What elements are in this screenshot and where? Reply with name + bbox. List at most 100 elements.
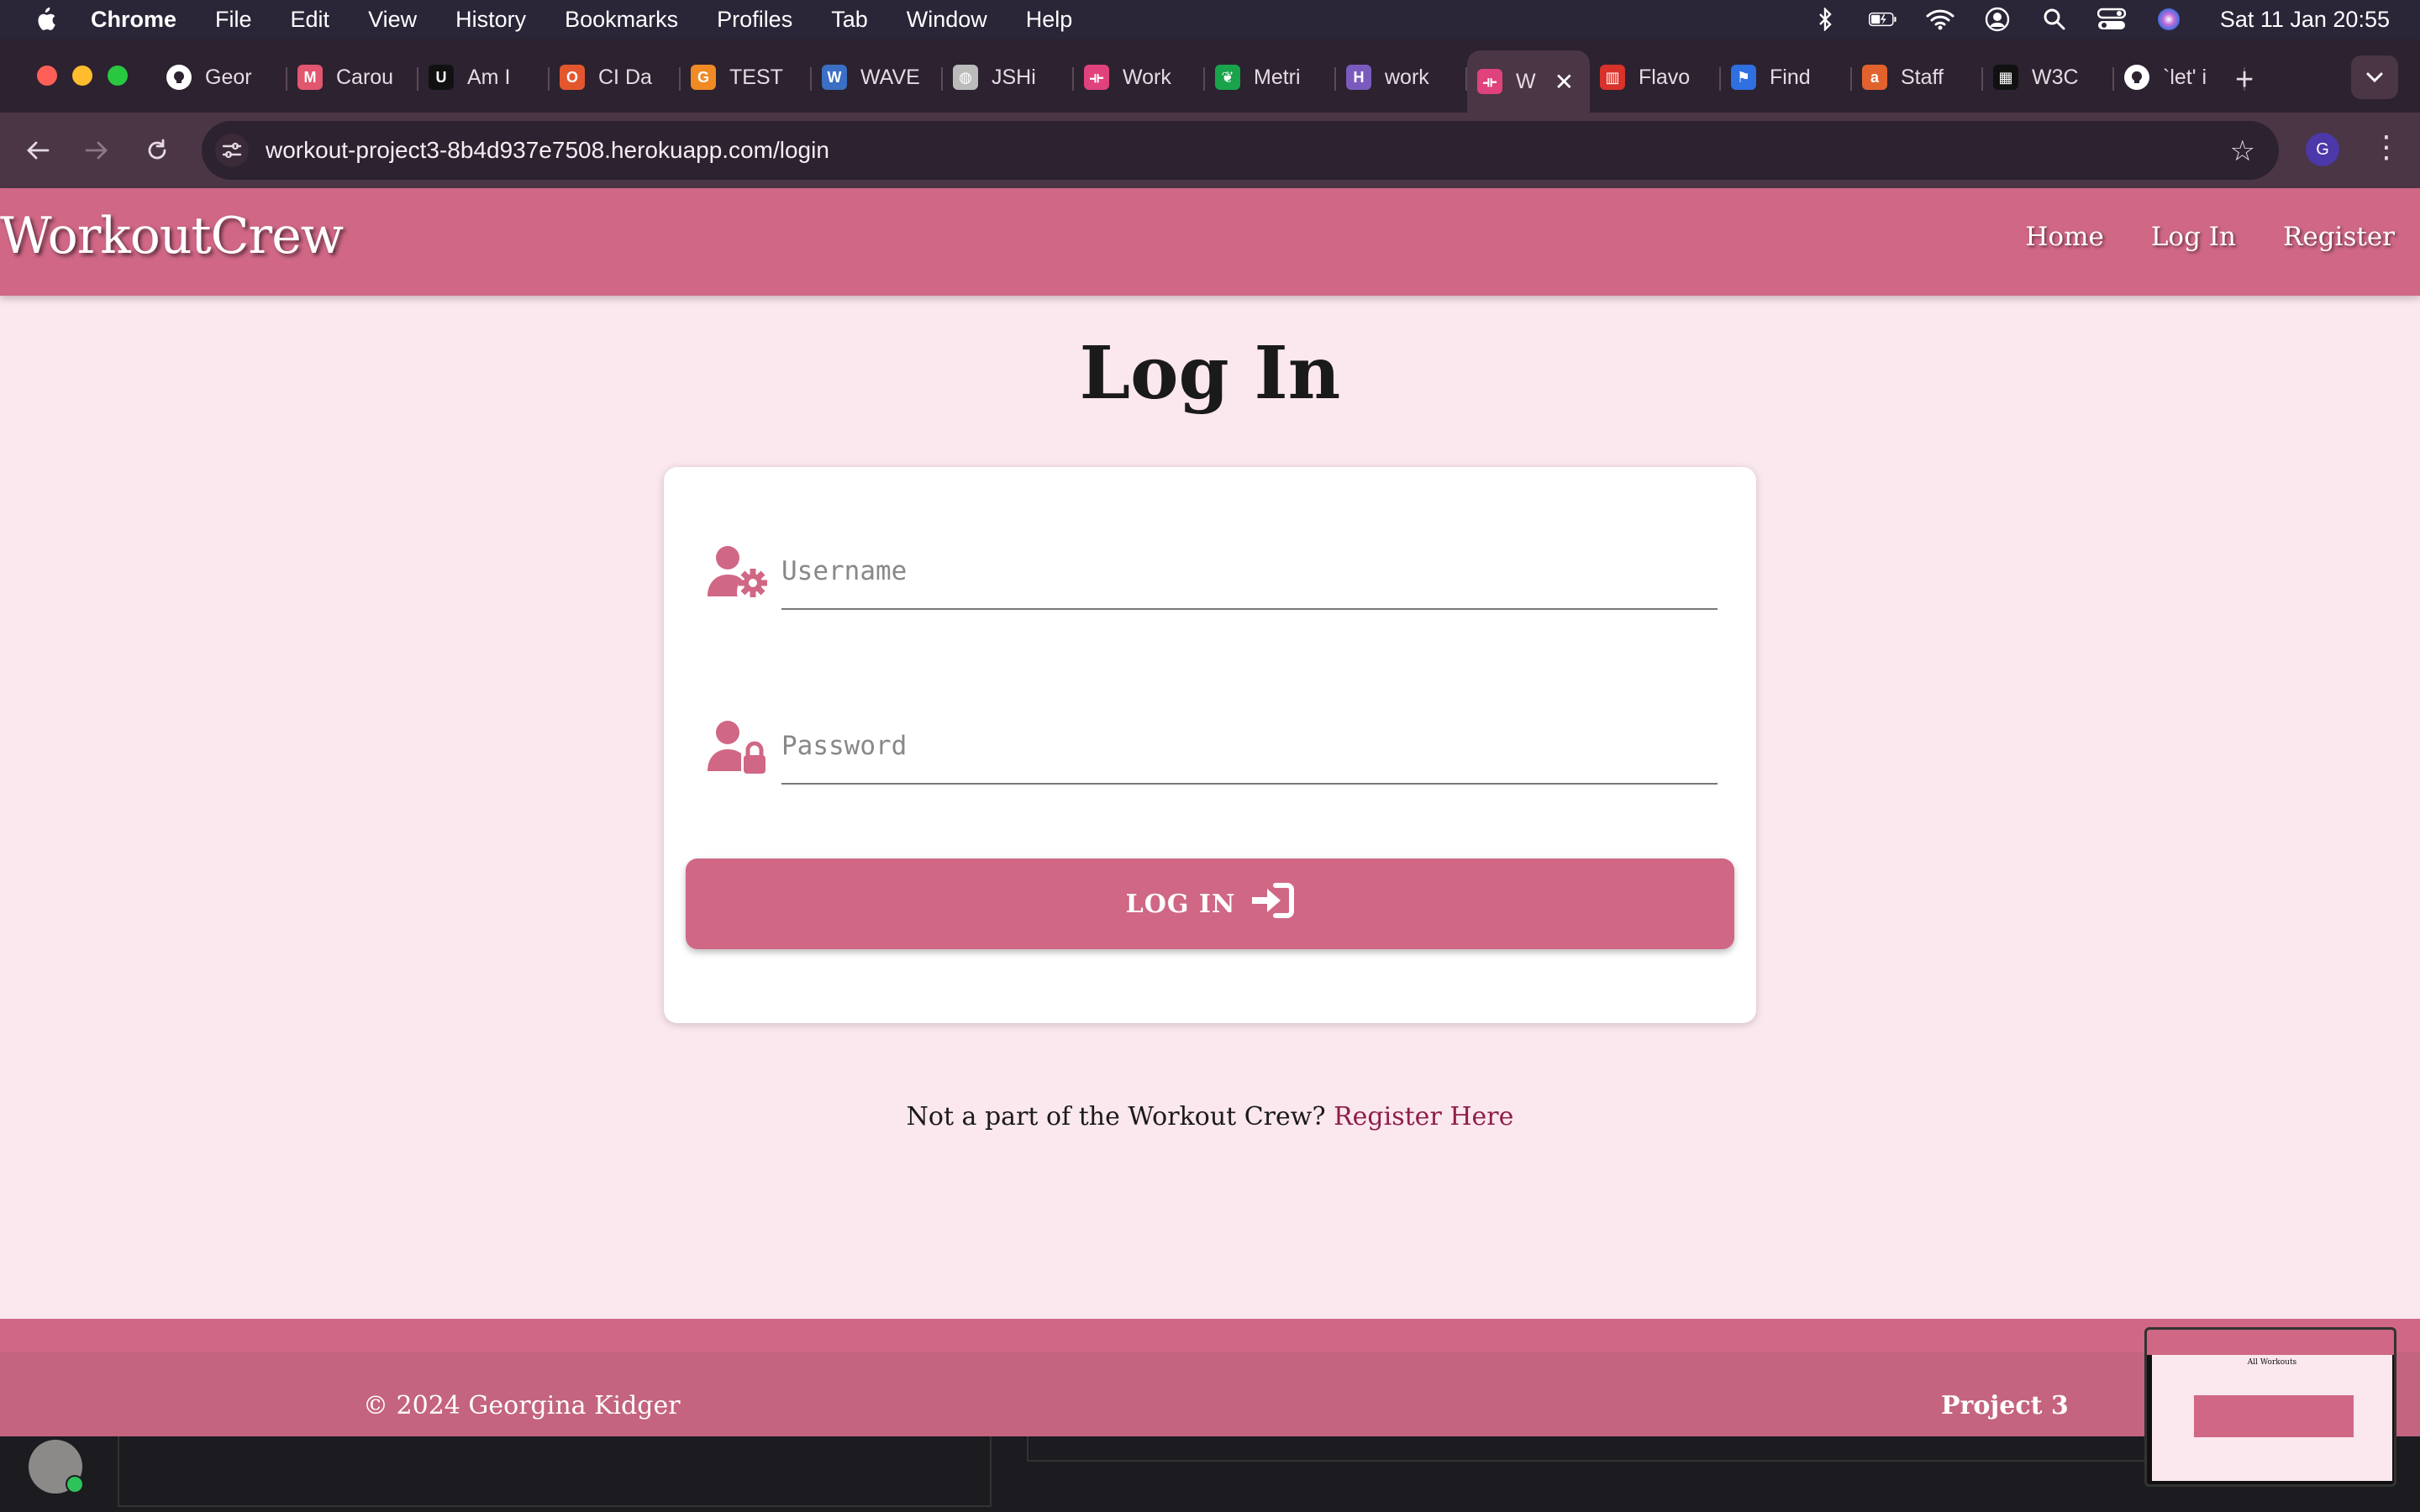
macos-menu-bar: Chrome File Edit View History Bookmarks … (0, 0, 2420, 39)
tab-title: Staff (1901, 65, 1944, 89)
bluetooth-icon[interactable] (1812, 7, 1840, 32)
menu-app-name[interactable]: Chrome (91, 7, 176, 33)
control-center-icon[interactable] (2096, 7, 2126, 32)
window-controls (37, 66, 128, 86)
zoom-window-button[interactable] (108, 66, 128, 86)
tab-title: Geor (205, 65, 252, 89)
menu-help[interactable]: Help (1026, 7, 1073, 33)
profile-avatar[interactable]: G (2306, 133, 2339, 166)
heroku-icon: H (1346, 65, 1371, 90)
browser-tab[interactable]: U Am I (418, 50, 550, 104)
browser-tab[interactable]: O CI Da (550, 50, 681, 104)
test-icon: G (691, 65, 716, 90)
browser-tab[interactable]: W WAVE (812, 50, 943, 104)
user-lock-icon (706, 717, 773, 778)
tab-title: CI Da (598, 65, 652, 89)
footer-band (0, 1319, 2420, 1352)
ui-icon: U (429, 65, 454, 90)
login-button[interactable]: LOG IN (686, 858, 1734, 949)
new-tab-button[interactable]: + (2235, 62, 2254, 98)
apple-logo-icon[interactable] (32, 7, 66, 32)
nav-login-link[interactable]: Log In (2151, 222, 2236, 252)
user-gear-icon (706, 543, 773, 603)
footer-copyright: © 2024 Georgina Kidger (363, 1391, 681, 1420)
back-button[interactable] (18, 131, 57, 170)
url-text[interactable]: workout-project3-8b4d937e7508.herokuapp.… (266, 137, 829, 164)
tab-title: Find (1770, 65, 1811, 89)
menu-bookmarks[interactable]: Bookmarks (565, 7, 678, 33)
password-field (706, 709, 1718, 785)
menu-tab[interactable]: Tab (831, 7, 868, 33)
chrome-menu-icon[interactable]: ⋮ (2371, 129, 2402, 165)
register-here-link[interactable]: Register Here (1334, 1102, 1513, 1131)
tab-title: Work (1123, 65, 1171, 89)
arrow-right-icon (85, 141, 108, 160)
sign-in-icon (1250, 882, 1295, 926)
reload-button[interactable] (138, 131, 176, 170)
close-tab-icon[interactable]: ✕ (1555, 68, 1574, 96)
bookmark-star-icon[interactable]: ☆ (2230, 134, 2255, 168)
site-footer: © 2024 Georgina Kidger Project 3 (0, 1319, 2420, 1436)
footer-project-label: Project 3 (1941, 1391, 2069, 1420)
nav-home-link[interactable]: Home (2025, 222, 2103, 252)
menu-edit[interactable]: Edit (291, 7, 330, 33)
screenshot-thumbnail[interactable]: All Workouts (2144, 1327, 2396, 1487)
user-avatar[interactable] (29, 1440, 84, 1494)
tab-list: Geor M Carou U Am I O CI Da G TEST W WAVE ◍ JSHi ⟛ Wor… (156, 50, 2245, 113)
browser-tab[interactable]: Geor (156, 50, 287, 104)
web-page: WorkoutCrew Home Log In Register Log In (0, 188, 2420, 1436)
password-input[interactable] (781, 709, 1718, 785)
leaf-icon: ❦ (1215, 65, 1240, 90)
close-window-button[interactable] (37, 66, 57, 86)
tab-active[interactable]: ⟛ W ✕ (1467, 50, 1590, 113)
siri-icon[interactable] (2154, 7, 2183, 32)
tab-title: `let' i (2163, 65, 2207, 89)
carousel-icon: M (297, 65, 323, 90)
tab-title: Metri (1254, 65, 1301, 89)
menu-window[interactable]: Window (907, 7, 987, 33)
browser-tab[interactable]: ▥ Flavo (1590, 50, 1721, 104)
login-button-label: LOG IN (1125, 889, 1236, 919)
address-bar[interactable]: workout-project3-8b4d937e7508.herokuapp.… (202, 121, 2279, 180)
tab-title: TEST (729, 65, 783, 89)
tab-search-button[interactable] (2351, 55, 2398, 99)
spotlight-search-icon[interactable] (2040, 7, 2069, 32)
battery-icon[interactable] (1868, 7, 1897, 32)
github-icon (2124, 65, 2149, 90)
browser-tab[interactable]: ◍ JSHi (943, 50, 1074, 104)
browser-tab[interactable]: `let' i (2114, 50, 2245, 104)
browser-tab[interactable]: a Staff (1852, 50, 1983, 104)
dumbbell-icon: ⟛ (1477, 69, 1502, 94)
browser-tab[interactable]: Hwork (1336, 50, 1467, 104)
browser-tab[interactable]: ⚑ Find (1721, 50, 1852, 104)
browser-chrome: Geor M Carou U Am I O CI Da G TEST W WAVE ◍ JSHi ⟛ Wor… (0, 39, 2420, 188)
browser-tab[interactable]: ▦ W3C (1983, 50, 2114, 104)
menu-profiles[interactable]: Profiles (717, 7, 792, 33)
register-prompt-text: Not a part of the Workout Crew? (906, 1102, 1326, 1131)
browser-tab[interactable]: ❦ Metri (1205, 50, 1336, 104)
flag-icon: ⚑ (1731, 65, 1756, 90)
menubar-clock[interactable]: Sat 11 Jan 20:55 (2220, 7, 2390, 33)
username-input[interactable] (781, 534, 1718, 610)
wave-icon: W (822, 65, 847, 90)
user-account-icon[interactable] (1983, 7, 2012, 32)
forward-button[interactable] (77, 131, 116, 170)
site-info-icon[interactable] (215, 134, 249, 167)
wifi-icon[interactable] (1926, 7, 1954, 32)
tab-title: W (1516, 69, 1536, 93)
arrow-left-icon (27, 141, 50, 160)
menu-view[interactable]: View (368, 7, 417, 33)
menu-file[interactable]: File (215, 7, 252, 33)
site-brand-logo[interactable]: WorkoutCrew (0, 207, 344, 265)
nav-register-link[interactable]: Register (2283, 222, 2395, 252)
menu-history[interactable]: History (455, 7, 526, 33)
browser-tab[interactable]: G TEST (681, 50, 812, 104)
staff-icon: a (1862, 65, 1887, 90)
browser-tab[interactable]: ⟛ Work (1074, 50, 1205, 104)
tab-title: JSHi (992, 65, 1036, 89)
desktop-background (0, 1436, 2420, 1512)
browser-tab[interactable]: M Carou (287, 50, 418, 104)
reload-icon (148, 139, 166, 160)
site-nav: Home Log In Register (2025, 222, 2395, 252)
minimize-window-button[interactable] (72, 66, 92, 86)
